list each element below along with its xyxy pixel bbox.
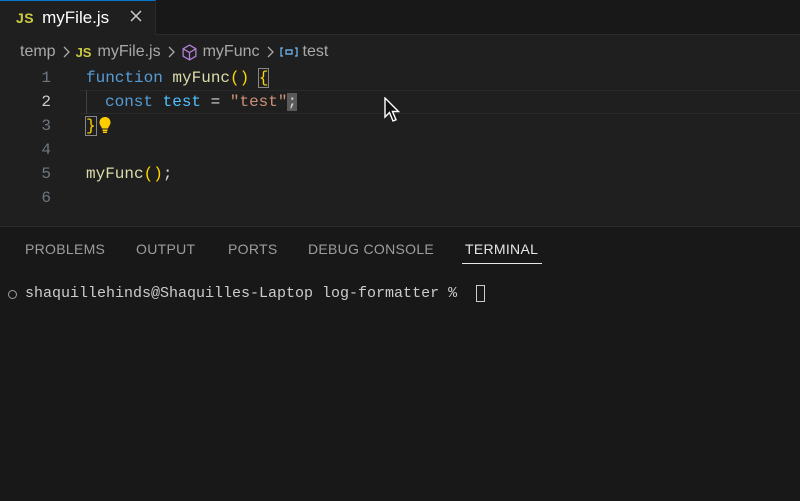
js-file-icon: JS [16,10,35,26]
active-tab-indicator [462,263,542,264]
code-line: 2 const test = "test"; [0,90,800,114]
breadcrumb-variable[interactable]: test [279,43,329,61]
editor-tab-bar: JS myFile.js [0,0,800,35]
code-line: 1 function myFunc() { [0,66,800,90]
tab-terminal[interactable]: TERMINAL [465,241,538,257]
breadcrumb-function[interactable]: myFunc [181,43,260,61]
tab-problems[interactable]: PROBLEMS [25,241,105,257]
chevron-right-icon [266,46,274,58]
code-text: } [85,116,97,136]
variable-icon [279,45,298,59]
terminal-prompt: shaquillehinds@Shaquilles-Laptop log-for… [25,285,458,302]
code-line: 5 myFunc(); [0,162,800,186]
command-status-icon [8,290,17,299]
tab-label: myFile.js [42,8,110,27]
line-number: 3 [41,117,51,135]
code-text: const test = "test"; [105,93,298,111]
cube-icon [181,43,198,61]
breadcrumb-file-label: myFile.js [97,43,161,60]
code-text: function myFunc() { [86,68,270,88]
line-number: 2 [41,93,51,111]
tab-myfile-js[interactable]: JS myFile.js [0,0,156,35]
line-number: 1 [41,69,51,87]
line-number: 5 [41,165,51,183]
code-line: 6 [0,186,800,210]
terminal-cursor [476,285,485,302]
mouse-pointer-icon [384,96,401,128]
bottom-panel: PROBLEMS OUTPUT PORTS DEBUG CONSOLE TERM… [0,226,800,501]
lightbulb-icon[interactable] [98,116,112,139]
tab-output[interactable]: OUTPUT [136,241,195,257]
line-number: 4 [41,141,51,159]
breadcrumb-variable-label: test [302,43,329,60]
panel-tabs: PROBLEMS OUTPUT PORTS DEBUG CONSOLE TERM… [0,227,800,267]
line-number: 6 [41,189,51,207]
chevron-right-icon [167,46,175,58]
code-editor[interactable]: 1 function myFunc() { 2 const test = "te… [0,66,800,226]
tab-ports[interactable]: PORTS [228,241,277,257]
code-line: 3 } [0,114,800,138]
breadcrumb-file[interactable]: JS myFile.js [76,43,161,61]
breadcrumb-function-label: myFunc [202,43,260,60]
breadcrumb-folder[interactable]: temp [20,43,56,61]
terminal-line[interactable]: shaquillehinds@Shaquilles-Laptop log-for… [0,282,800,306]
tab-debug-console[interactable]: DEBUG CONSOLE [308,241,434,257]
breadcrumb: temp JS myFile.js myFunc test [20,41,328,63]
close-icon[interactable] [127,7,145,25]
code-line: 4 [0,138,800,162]
chevron-right-icon [62,46,70,58]
code-text: myFunc(); [86,165,173,183]
js-file-icon: JS [75,44,92,60]
